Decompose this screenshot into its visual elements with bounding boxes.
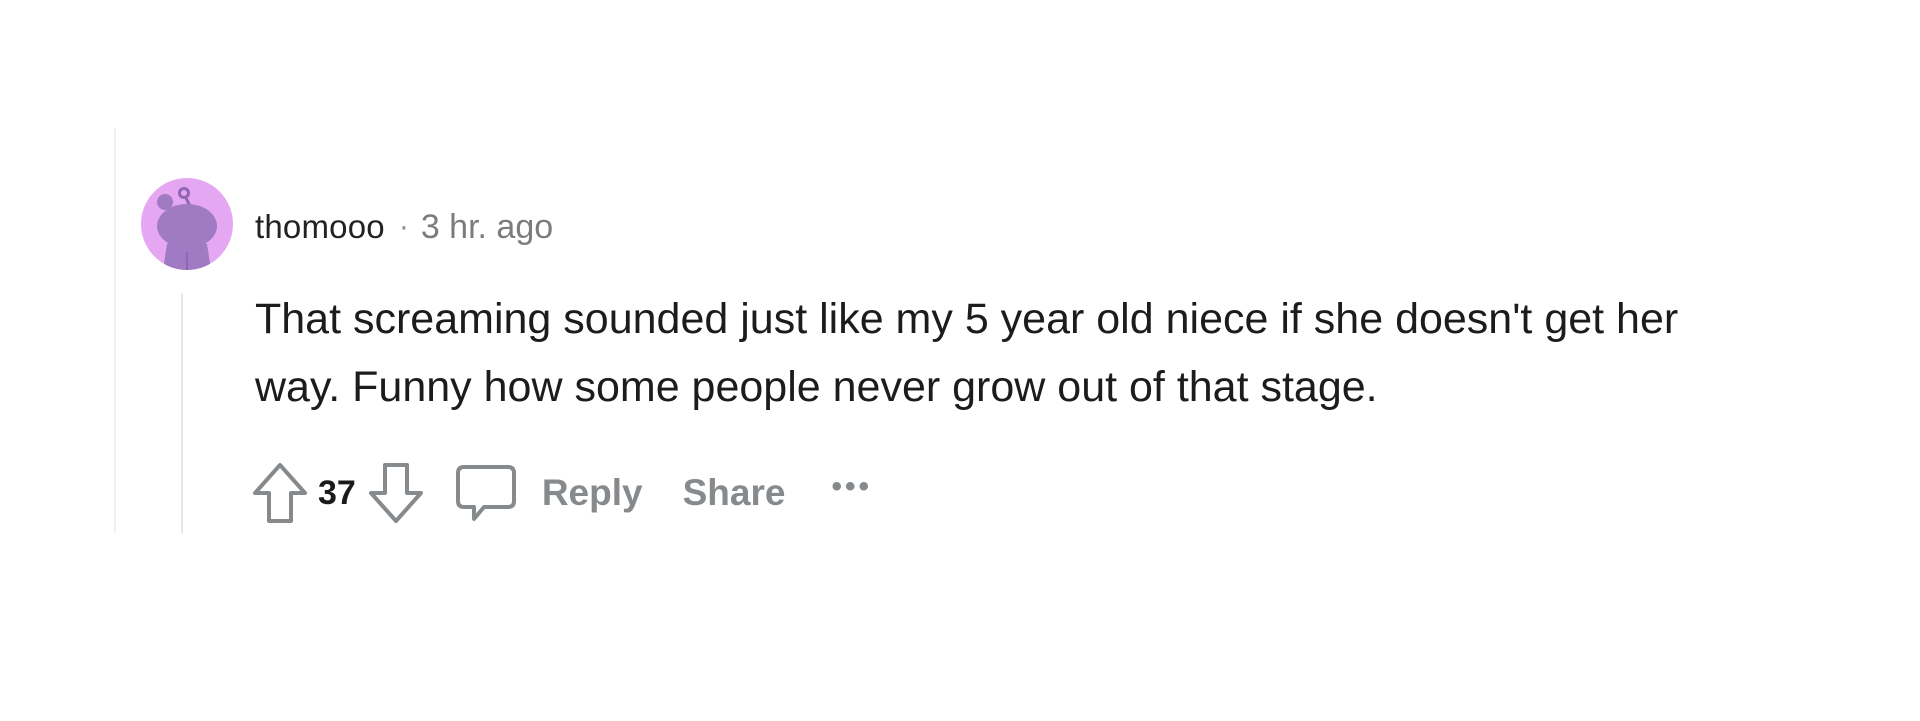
comment-page: thomooo · 3 hr. ago That screaming sound…	[0, 0, 1920, 721]
comment-body: That screaming sounded just like my 5 ye…	[255, 295, 1679, 411]
reply-label: Reply	[541, 472, 643, 513]
comment-actions: 37 Reply Share •••	[248, 458, 872, 528]
arrow-up-icon	[253, 463, 307, 523]
arrow-down-icon	[368, 463, 423, 523]
speech-bubble-icon	[455, 465, 516, 521]
share-button[interactable]: Share	[683, 472, 786, 514]
thread-line-parent[interactable]	[114, 128, 116, 533]
comment-meta: thomooo · 3 hr. ago	[255, 205, 553, 249]
upvote-button[interactable]	[248, 458, 312, 528]
thread-line[interactable]	[181, 293, 183, 533]
more-options-button[interactable]: •••	[831, 470, 872, 504]
downvote-button[interactable]	[364, 458, 428, 528]
snoo-avatar-icon	[157, 187, 217, 270]
reply-button[interactable]: Reply	[454, 461, 643, 525]
username-link[interactable]: thomooo	[255, 208, 385, 246]
vote-score: 37	[318, 473, 356, 512]
timestamp[interactable]: 3 hr. ago	[421, 208, 553, 247]
meta-separator: ·	[398, 210, 409, 243]
avatar[interactable]	[141, 178, 233, 270]
